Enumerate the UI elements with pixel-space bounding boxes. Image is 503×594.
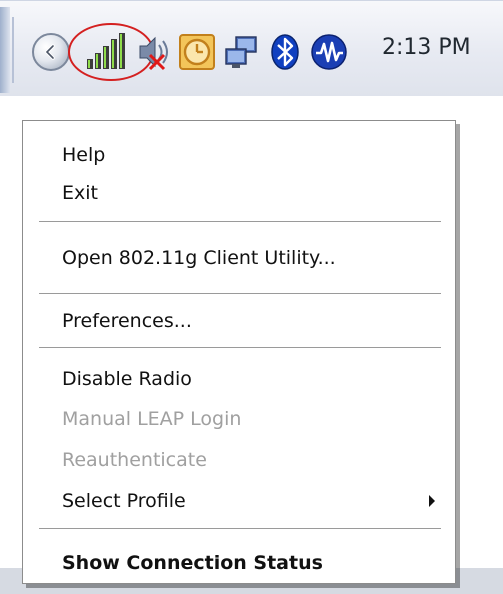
tray-context-menu: Help Exit Open 802.11g Client Utility...… <box>22 120 456 584</box>
menu-item-label: Exit <box>62 182 98 204</box>
menu-item-label: Preferences... <box>62 310 192 332</box>
submenu-arrow-icon <box>429 495 435 507</box>
menu-separator <box>39 221 441 222</box>
show-hidden-icons-chevron-icon[interactable] <box>32 33 70 71</box>
menu-item-show-connection-status[interactable]: Show Connection Status <box>23 543 455 583</box>
menu-item-disable-radio[interactable]: Disable Radio <box>23 359 455 399</box>
clock-utility-icon[interactable] <box>178 33 216 71</box>
system-tray: 2:13 PM <box>0 0 503 96</box>
menu-item-label: Help <box>62 144 106 166</box>
taskbar-clock[interactable]: 2:13 PM <box>382 35 471 60</box>
menu-separator <box>39 347 441 348</box>
volume-muted-icon[interactable] <box>136 33 174 71</box>
menu-item-preferences[interactable]: Preferences... <box>23 301 455 341</box>
menu-separator <box>39 528 441 529</box>
menu-item-help[interactable]: Help <box>23 135 455 175</box>
menu-item-label: Open 802.11g Client Utility... <box>62 247 336 269</box>
menu-item-label: Show Connection Status <box>62 552 323 574</box>
menu-item-label: Reauthenticate <box>62 449 207 471</box>
menu-item-label: Manual LEAP Login <box>62 408 242 430</box>
menu-item-exit[interactable]: Exit <box>23 173 455 213</box>
menu-item-label: Select Profile <box>62 490 186 512</box>
tray-separator <box>12 17 14 83</box>
taskbar-edge <box>0 7 10 93</box>
menu-item-reauthenticate: Reauthenticate <box>23 440 455 480</box>
menu-item-manual-leap-login: Manual LEAP Login <box>23 399 455 439</box>
network-icon[interactable] <box>222 33 260 71</box>
bluetooth-icon[interactable] <box>268 33 306 71</box>
menu-item-label: Disable Radio <box>62 368 192 390</box>
menu-item-select-profile[interactable]: Select Profile <box>23 481 455 521</box>
wave-utility-icon[interactable] <box>310 33 348 71</box>
menu-item-open-client-utility[interactable]: Open 802.11g Client Utility... <box>23 238 455 278</box>
menu-separator <box>39 293 441 294</box>
